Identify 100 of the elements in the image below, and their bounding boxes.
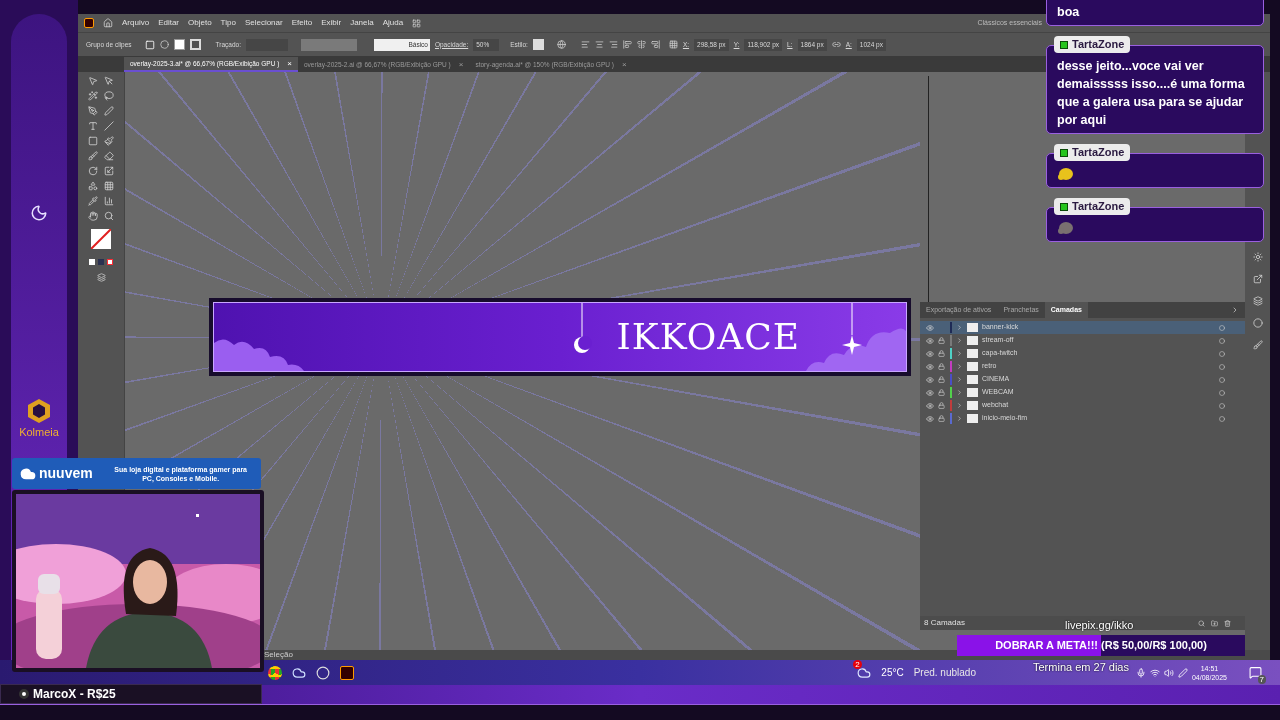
donation-link[interactable]: livepix.gg/ikko [1065,617,1134,634]
pen-icon[interactable] [1177,667,1188,678]
layer-thumbnail [967,362,978,371]
visibility-icon[interactable] [926,336,934,345]
variable-width-field[interactable] [300,38,357,51]
partner-name: Kolmeia [19,424,59,440]
chart-icon[interactable] [104,196,114,206]
reference-point-icon[interactable] [668,40,678,49]
trash-icon[interactable] [1224,619,1231,627]
hand-icon[interactable] [88,211,98,221]
visibility-icon[interactable] [926,349,934,358]
layer-thumbnail [967,401,978,410]
menu-item[interactable]: Arquivo [122,17,150,29]
menu-item[interactable]: Tipo [220,17,236,29]
rectangle-icon[interactable] [88,136,98,146]
shapes-icon[interactable] [88,181,98,191]
stroke-swatch[interactable] [189,39,201,50]
layers-icon[interactable] [1252,296,1263,306]
brush-icon[interactable] [1252,340,1263,350]
workspace-layout-icon[interactable] [412,18,422,28]
visibility-icon[interactable] [926,414,934,423]
layer-thumbnail [967,388,978,397]
menu-item[interactable]: Efeito [291,17,313,29]
close-tab-button[interactable]: × [287,57,292,70]
line-icon[interactable] [104,121,114,131]
lock-icon[interactable] [938,363,945,370]
sparkle-icon [842,303,862,355]
curvature-icon[interactable] [104,106,114,116]
eraser-icon[interactable] [104,151,114,161]
weather-icon[interactable] [857,665,872,680]
close-tab-button[interactable]: × [458,58,464,71]
weather-badge: 2 [853,659,862,669]
weather-description: Pred. nublado [913,666,976,680]
pen-icon[interactable] [88,106,98,116]
visibility-icon[interactable] [926,388,934,397]
search-icon[interactable] [1198,619,1205,627]
direct-select-icon[interactable] [104,76,114,86]
mesh-icon[interactable] [104,181,114,191]
moon-icon [572,303,592,355]
export-icon[interactable] [1252,274,1263,284]
goal-label: DOBRAR A META!!! (R$ 50,00/R$ 100,00) [995,637,1207,653]
zoom-icon[interactable] [104,211,114,221]
isolate-icon[interactable] [159,40,169,49]
align-top-icon[interactable] [622,40,632,49]
visibility-icon[interactable] [926,323,934,332]
screen-mode-icon[interactable] [96,273,106,282]
sponsor-brand: nuuvem [39,464,93,483]
brush-icon[interactable] [104,136,114,146]
align-bottom-icon[interactable] [650,40,660,49]
app-logo-icon [84,18,94,28]
style-swatch[interactable] [532,39,544,50]
text-tool-icon[interactable] [88,121,98,131]
lock-icon[interactable] [938,376,945,383]
none-mode-icon[interactable] [107,259,113,265]
status-text: Seleção [264,650,293,660]
lasso-icon[interactable] [104,91,114,101]
menu-item[interactable]: Selecionar [244,17,283,29]
clip-group-icon[interactable] [144,39,155,50]
align-center-icon[interactable] [594,40,604,49]
microphone-icon[interactable] [1135,667,1146,678]
link-icon[interactable] [831,40,841,49]
visibility-icon[interactable] [926,375,934,384]
lock-icon[interactable] [938,337,945,344]
wand-icon[interactable] [88,91,98,101]
expand-icon[interactable] [1231,306,1239,314]
rotate-icon[interactable] [88,166,98,176]
menu-item[interactable]: Exibir [321,17,342,29]
illustrator-icon[interactable] [340,665,354,680]
eyedropper-icon[interactable] [88,196,98,206]
volume-icon[interactable] [1163,667,1174,678]
lock-icon[interactable] [938,389,945,396]
new-folder-icon[interactable] [1211,619,1218,627]
fill-swatch[interactable] [91,229,111,249]
circle-icon[interactable] [1252,318,1263,328]
pointer-icon[interactable] [88,76,98,86]
blob-brush-icon[interactable] [88,151,98,161]
notifications-icon[interactable] [1249,666,1262,679]
align-left-icon[interactable] [580,40,590,49]
lock-icon[interactable] [938,415,945,422]
menu-item[interactable]: Editar [158,17,180,29]
sun-icon[interactable] [1252,252,1263,262]
fill-swatch[interactable] [173,39,185,50]
visibility-icon[interactable] [926,362,934,371]
align-right-icon[interactable] [608,40,618,49]
scale-icon[interactable] [104,166,114,176]
layer-thumbnail [967,349,978,358]
align-middle-icon[interactable] [636,40,646,49]
home-icon[interactable] [103,18,113,28]
menu-item[interactable]: Ajuda [382,17,404,29]
network-icon[interactable] [1149,667,1160,678]
lock-icon[interactable] [938,350,945,357]
menu-item[interactable]: Janela [350,17,374,29]
chat-username: TartaZone [1054,36,1131,53]
color-mode-icon[interactable] [89,259,95,265]
lock-icon[interactable] [938,402,945,409]
visibility-icon[interactable] [926,401,934,410]
menu-item[interactable]: Objeto [188,17,212,29]
chrome-icon[interactable] [268,665,282,680]
globe-icon[interactable] [556,40,566,49]
close-tab-button[interactable]: × [621,58,627,71]
